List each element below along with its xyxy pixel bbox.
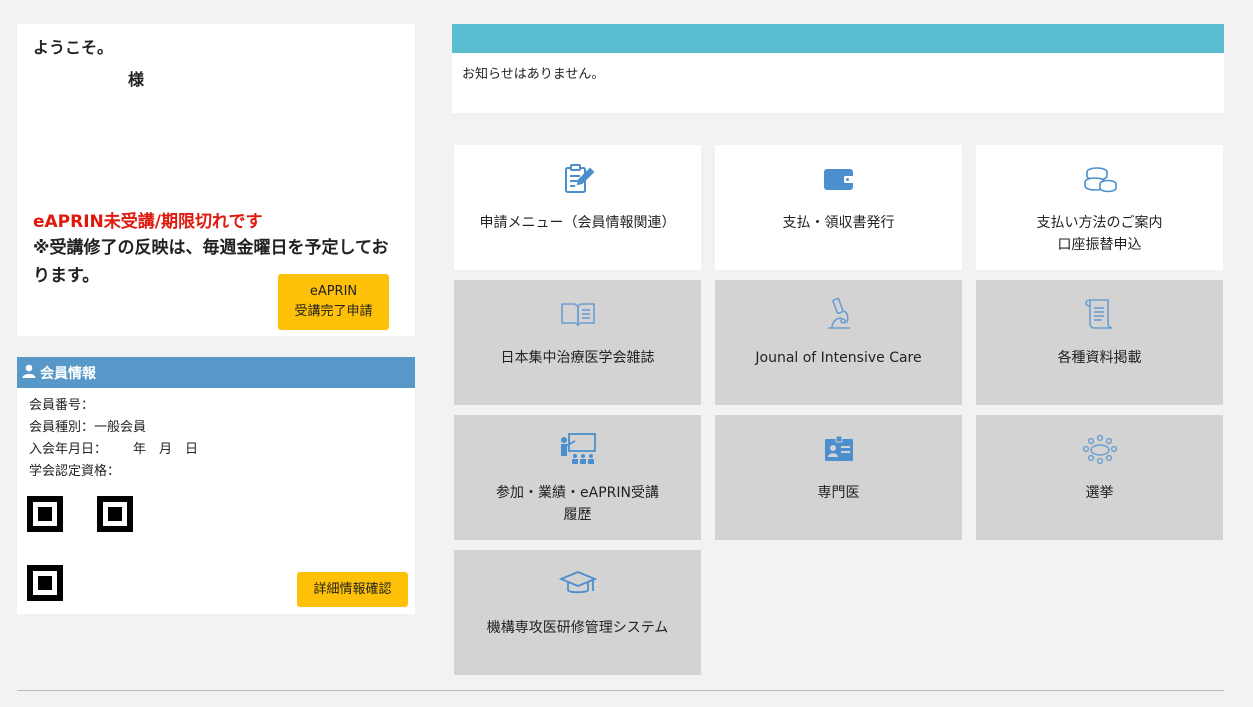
tile-application-menu[interactable]: 申請メニュー（会員情報関連） (454, 145, 701, 270)
tile-label: Jounal of Intensive Care (755, 350, 922, 366)
eaprin-completion-button[interactable]: eAPRIN 受講完了申請 (278, 274, 389, 330)
notice-panel: お知らせはありません。 (452, 24, 1224, 113)
id-card-icon (823, 431, 855, 467)
notice-header-bar (452, 24, 1224, 53)
tile-payment-receipt[interactable]: 支払・領収書発行 (715, 145, 962, 270)
qualification-badge-icon (27, 565, 63, 601)
tile-label: 参加・業績・eAPRIN受講 履歴 (496, 485, 659, 523)
tile-label: 日本集中治療医学会雑誌 (500, 350, 655, 366)
greeting-text: ようこそ。 (33, 38, 114, 57)
member-info-header: 会員情報 (17, 357, 415, 388)
wallet-icon (822, 161, 856, 197)
notice-text: お知らせはありません。 (462, 67, 605, 82)
qualification-badge-icon (27, 496, 63, 532)
tile-specialist[interactable]: 専門医 (715, 415, 962, 540)
meeting-icon (1081, 431, 1119, 467)
tile-label: 支払い方法のご案内 口座振替申込 (1036, 215, 1163, 253)
eaprin-button-line2: 受講完了申請 (294, 304, 373, 319)
scroll-icon (1084, 296, 1116, 332)
graduation-cap-icon (558, 566, 597, 602)
eaprin-button-line1: eAPRIN (309, 284, 358, 299)
coins-icon (1081, 161, 1119, 197)
member-info-panel: 会員情報 会員番号： 会員種別： 一般会員 入会年月日： 年 月 日 学会認定資格… (17, 357, 415, 614)
member-row-type: 会員種別： 一般会員 (29, 417, 198, 439)
tile-label: 申請メニュー（会員情報関連） (479, 215, 676, 231)
tile-training-system[interactable]: 機構専攻医研修管理システム (454, 550, 701, 675)
member-info-title: 会員情報 (40, 365, 96, 382)
member-number-label: 会員番号： (29, 398, 95, 413)
tile-label: 機構専攻医研修管理システム (486, 620, 669, 636)
member-row-number: 会員番号： (29, 395, 198, 417)
tile-journal-intensive-care[interactable]: Jounal of Intensive Care (715, 280, 962, 405)
tile-participation-history[interactable]: 参加・業績・eAPRIN受講 履歴 (454, 415, 701, 540)
eaprin-alert: eAPRIN未受講/期限切れです (33, 212, 263, 232)
join-date-label: 入会年月日： (29, 442, 108, 457)
tile-label: 支払・領収書発行 (782, 215, 895, 231)
qualification-badge-icon (97, 496, 133, 532)
member-info-rows: 会員番号： 会員種別： 一般会員 入会年月日： 年 月 日 学会認定資格： (29, 395, 198, 483)
tile-election[interactable]: 選挙 (976, 415, 1223, 540)
welcome-panel: ようこそ。 様 eAPRIN未受講/期限切れです ※受講修了の反映は、毎週金曜日… (17, 24, 415, 336)
lecture-icon (558, 431, 598, 467)
tile-label: 選挙 (1085, 485, 1114, 501)
clipboard-edit-icon (561, 161, 595, 197)
tile-label: 各種資料掲載 (1057, 350, 1142, 366)
user-icon (22, 364, 36, 382)
member-type-value: 一般会員 (94, 420, 147, 435)
microscope-icon (824, 296, 854, 332)
qualification-label: 学会認定資格： (29, 464, 121, 479)
tile-payment-guide[interactable]: 支払い方法のご案内 口座振替申込 (976, 145, 1223, 270)
footer-divider (17, 690, 1224, 691)
tile-label: 専門医 (817, 485, 860, 501)
member-row-qualification: 学会認定資格： (29, 461, 198, 483)
honorific-text: 様 (128, 70, 145, 89)
tile-journal[interactable]: 日本集中治療医学会雑誌 (454, 280, 701, 405)
tile-documents[interactable]: 各種資料掲載 (976, 280, 1223, 405)
detail-info-button[interactable]: 詳細情報確認 (297, 572, 408, 607)
member-row-joined: 入会年月日： 年 月 日 (29, 439, 198, 461)
member-type-label: 会員種別： (29, 420, 95, 435)
book-icon (560, 296, 596, 332)
join-date-value: 年 月 日 (107, 442, 199, 457)
